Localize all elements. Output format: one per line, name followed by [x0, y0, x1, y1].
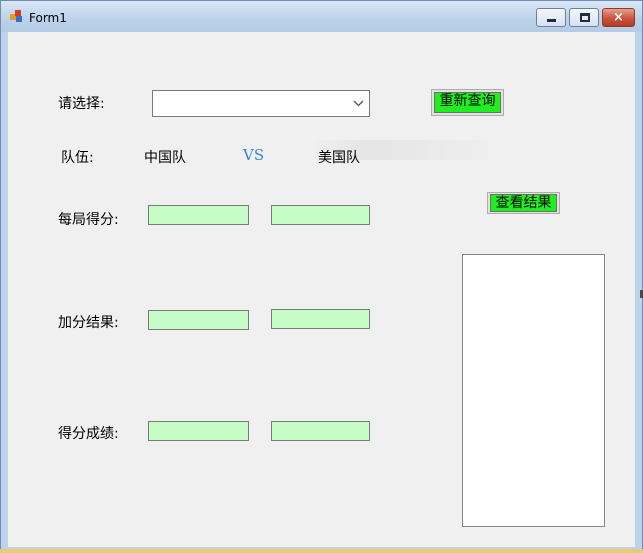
round-score-team-a-input[interactable] [148, 205, 249, 225]
requery-button-label: 重新查询 [434, 92, 501, 113]
select-label: 请选择: [58, 96, 105, 112]
round-score-team-b-input[interactable] [271, 205, 370, 225]
bonus-result-label: 加分结果: [58, 315, 119, 331]
maximize-icon [580, 13, 590, 22]
bonus-result-team-a-input[interactable] [148, 310, 249, 330]
team-select-combobox[interactable] [152, 90, 370, 117]
view-result-button[interactable]: 查看结果 [487, 192, 560, 214]
title-bar[interactable]: Form1 × [1, 1, 642, 32]
final-score-team-a-input[interactable] [148, 421, 249, 441]
requery-button[interactable]: 重新查询 [431, 89, 504, 116]
result-output-box[interactable] [462, 254, 605, 527]
minimize-button[interactable] [536, 8, 566, 27]
minimize-icon [547, 19, 556, 22]
app-icon [10, 10, 24, 23]
maximize-button[interactable] [569, 8, 599, 27]
final-score-team-b-input[interactable] [271, 421, 370, 441]
window-title: Form1 [29, 11, 67, 25]
round-score-label: 每局得分: [58, 212, 119, 228]
team-label: 队伍: [61, 150, 94, 166]
team-b-name: 美国队 [318, 150, 360, 166]
versus-label: VS [243, 146, 265, 164]
team-a-name: 中国队 [144, 150, 186, 166]
close-button[interactable]: × [602, 8, 635, 27]
bonus-result-team-b-input[interactable] [271, 309, 370, 329]
taskbar-edge [0, 549, 643, 553]
view-result-button-label: 查看结果 [490, 194, 557, 212]
close-icon: × [613, 10, 624, 25]
final-score-label: 得分成绩: [58, 426, 119, 442]
chevron-down-icon [353, 100, 364, 107]
